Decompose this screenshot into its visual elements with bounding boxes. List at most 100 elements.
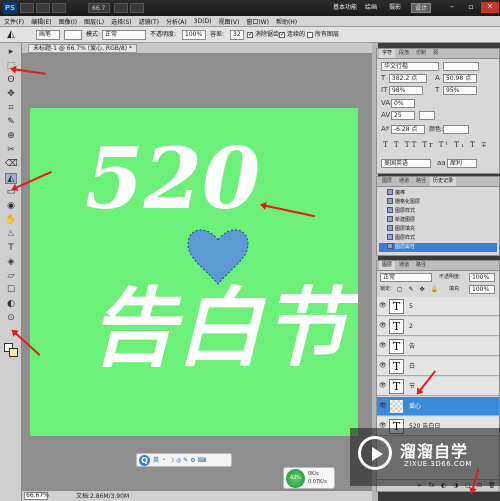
kerning-input[interactable]: 25 [391, 111, 415, 120]
tab-layers[interactable]: 图层 [379, 261, 396, 270]
tool-button[interactable]: ◉ [5, 201, 17, 212]
tool-button[interactable]: ✥ [5, 89, 17, 100]
tool-button[interactable]: ⊙ [5, 313, 17, 324]
layer-row[interactable]: 👁 T 告 [377, 337, 499, 356]
history-item[interactable]: 图层填充 [379, 225, 497, 234]
tab-channels-mini[interactable]: 通道 [396, 177, 412, 186]
paint-bucket-icon[interactable]: ◭ [4, 29, 18, 41]
kerning-dropdown[interactable] [419, 111, 435, 120]
pattern-swatch[interactable] [64, 30, 82, 40]
workspace-essentials[interactable]: 基本功能 [333, 3, 357, 13]
zoom-field[interactable]: 66.67% [24, 492, 49, 500]
font-size-input[interactable]: 382.2 点 [389, 74, 427, 83]
tool-button[interactable]: ▱ [5, 271, 17, 282]
antialias-checkbox[interactable] [247, 31, 253, 38]
ime-items[interactable]: 英 ・ ☽ ◎ ✎ ⚙ ⌨ [153, 456, 206, 465]
tool-button[interactable]: ✎ [5, 117, 17, 128]
tool-button[interactable]: T [5, 243, 17, 254]
tab-paths[interactable]: 路径 [413, 261, 429, 270]
leading-input[interactable]: 50.98 点 [443, 74, 477, 83]
language-select[interactable]: 美国英语 [381, 159, 431, 168]
baseline-shift-input[interactable]: -6.28 点 [391, 125, 425, 134]
eye-icon[interactable]: 👁 [379, 323, 387, 329]
background-color-swatch[interactable] [9, 348, 18, 357]
tab-history[interactable]: 历史记录 [430, 177, 457, 186]
font-style-select[interactable] [443, 62, 479, 71]
workspace-painting[interactable]: 绘画 [365, 3, 377, 13]
menu-edit[interactable]: 编辑(E) [31, 17, 51, 26]
workspace-design[interactable]: 设计 [411, 3, 431, 13]
eye-icon[interactable]: 👁 [379, 403, 387, 409]
tab-clone[interactable]: 仿制 [413, 49, 429, 58]
tool-button[interactable]: ⊕ [5, 131, 17, 142]
opacity-input[interactable]: 100% [182, 30, 206, 40]
tab-layers-mini[interactable]: 图层 [379, 177, 395, 186]
tool-button[interactable]: ✂ [5, 145, 17, 156]
close-icon[interactable]: ✕ [481, 2, 499, 13]
bridge-button[interactable] [20, 3, 34, 13]
tab-paths-mini[interactable]: 路径 [413, 177, 429, 186]
menu-3d[interactable]: 3D(D) [194, 18, 212, 25]
layer-row-selected[interactable]: 👁 爱心 [377, 397, 499, 416]
menu-filter[interactable]: 滤镜(T) [139, 17, 159, 26]
menu-help[interactable]: 帮助(H) [276, 17, 297, 26]
history-item-selected[interactable]: 图层属性 [379, 243, 497, 252]
eye-icon[interactable]: 👁 [379, 303, 387, 309]
font-family-select[interactable]: 华文行楷 [381, 62, 439, 71]
menu-image[interactable]: 图像(I) [59, 17, 77, 26]
tab-character[interactable]: 字符 [379, 49, 396, 58]
minimize-icon[interactable]: – [443, 2, 461, 13]
menu-layer[interactable]: 图层(L) [84, 17, 104, 26]
eye-icon[interactable]: 👁 [379, 343, 387, 349]
tool-button[interactable]: ⌫ [5, 159, 18, 170]
tool-button[interactable]: ♨ [5, 229, 17, 240]
heart-shape[interactable] [187, 229, 249, 285]
menu-analysis[interactable]: 分析(A) [166, 17, 187, 26]
history-item[interactable]: 新建图层 [379, 216, 497, 225]
tool-button[interactable]: ◐ [5, 299, 17, 310]
tool-button[interactable]: ◭ [5, 173, 17, 184]
fill-source-select[interactable]: 画笔 [36, 30, 60, 40]
tolerance-input[interactable]: 32 [230, 30, 244, 40]
blend-mode-select[interactable]: 正常 [380, 273, 432, 282]
layer-opacity-input[interactable]: 100% [469, 273, 495, 282]
history-item[interactable]: 图层样式 [379, 207, 497, 216]
menu-file[interactable]: 文件(F) [4, 17, 24, 26]
history-item[interactable]: 栅格化图层 [379, 198, 497, 207]
layer-row[interactable]: 👁 T 节 [377, 377, 499, 396]
canvas[interactable]: 520 告白节 [30, 108, 361, 436]
text-color-swatch[interactable] [443, 125, 469, 134]
maximize-icon[interactable]: ▫ [462, 2, 480, 13]
antialias-select[interactable]: 犀利 [447, 159, 477, 168]
tool-button[interactable]: ʘ [5, 75, 17, 86]
tab-channels[interactable]: 通道 [396, 261, 412, 270]
eye-icon[interactable]: 👁 [379, 383, 387, 389]
tab-source[interactable]: 源 [430, 49, 441, 58]
fill-input[interactable]: 100% [469, 285, 495, 294]
mode-select[interactable]: 正常 [102, 30, 146, 40]
eye-icon[interactable]: 👁 [379, 363, 387, 369]
minibridge-button[interactable] [36, 3, 50, 13]
horizontal-scale-input[interactable]: 95% [443, 86, 477, 95]
layer-row[interactable]: 👁 T 白 [377, 357, 499, 376]
history-item[interactable]: 图层样式 [379, 234, 497, 243]
tool-button[interactable]: ⌗ [5, 103, 17, 114]
text-style-buttons[interactable]: T T TT Tr T¹ T₁ T ∓ [383, 141, 489, 149]
layer-row[interactable]: 👁 T 2 [377, 317, 499, 336]
lock-icons[interactable]: ▢ ✎ ✥ 🔒 [397, 286, 440, 293]
tool-button[interactable]: ✋ [5, 215, 17, 226]
menu-select[interactable]: 选择(S) [111, 17, 132, 26]
contiguous-checkbox[interactable] [279, 31, 285, 38]
menu-window[interactable]: 窗口(W) [246, 17, 269, 26]
layer-row[interactable]: 👁 T 5 [377, 297, 499, 316]
menu-view[interactable]: 视图(V) [219, 17, 240, 26]
tool-button[interactable]: ▸ [5, 47, 17, 58]
vertical-scale-input[interactable]: 98% [389, 86, 423, 95]
all-layers-checkbox[interactable] [307, 32, 313, 38]
tool-button[interactable]: ☐ [5, 285, 17, 296]
tab-paragraph[interactable]: 段落 [396, 49, 412, 58]
history-item[interactable]: 魔棒 [379, 189, 497, 198]
workspace-photography[interactable]: 摄影 [389, 3, 401, 13]
ime-toolbar[interactable]: Q 英 ・ ☽ ◎ ✎ ⚙ ⌨ [136, 453, 232, 467]
tool-button[interactable]: ◈ [5, 257, 17, 268]
